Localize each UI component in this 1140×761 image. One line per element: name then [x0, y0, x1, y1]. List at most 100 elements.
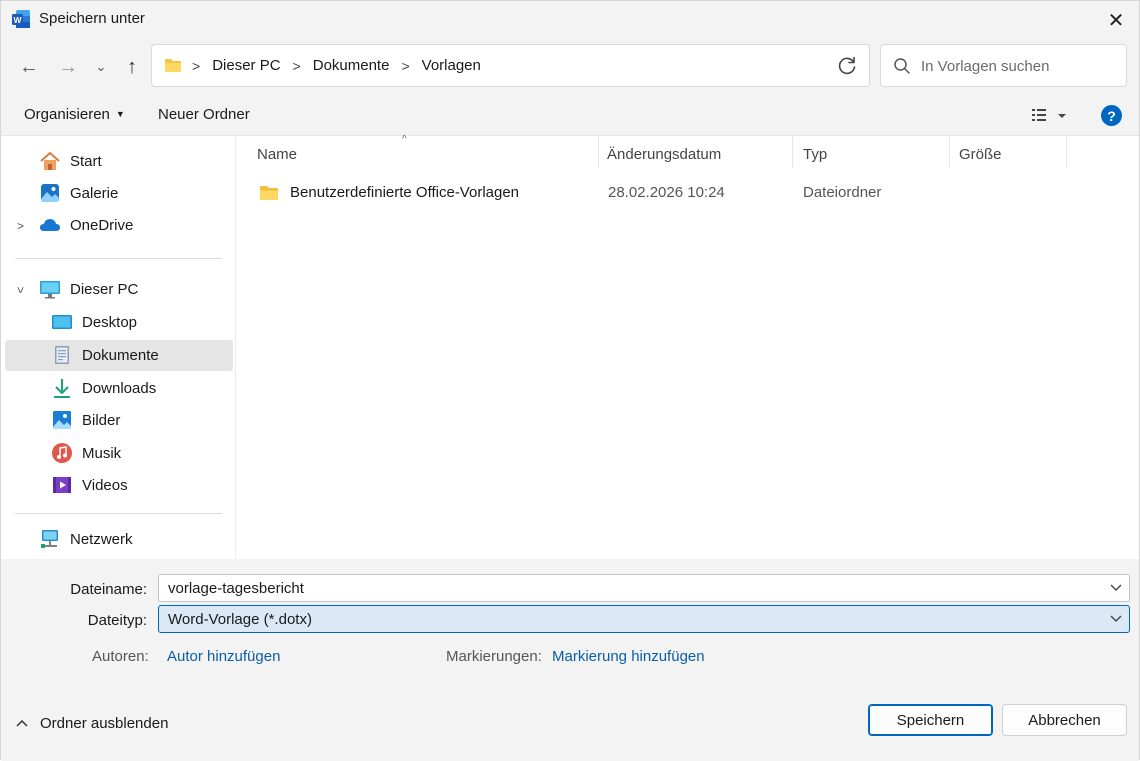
- refresh-icon[interactable]: [835, 54, 859, 78]
- chevron-right-icon: >: [292, 57, 301, 74]
- column-divider[interactable]: [1066, 136, 1067, 168]
- back-arrow-icon: ←: [19, 55, 39, 78]
- hide-folders-toggle[interactable]: Ordner ausblenden: [15, 715, 168, 732]
- column-divider[interactable]: [792, 136, 793, 168]
- title-bar: W Speichern unter ✕: [1, 1, 1139, 39]
- view-options-icon[interactable]: [1031, 106, 1071, 126]
- forward-arrow-icon: →: [58, 55, 78, 78]
- navigation-pane: Start Galerie > OneDrive > Dieser PC Des…: [1, 136, 236, 559]
- add-tag-link[interactable]: Markierung hinzufügen: [552, 648, 705, 665]
- close-button[interactable]: ✕: [1093, 1, 1139, 39]
- filename-field[interactable]: vorlage-tagesbericht: [158, 574, 1130, 602]
- pictures-icon: [53, 411, 71, 429]
- sidebar-item-label: Desktop: [82, 314, 138, 331]
- sidebar-item-label: Musik: [82, 445, 122, 462]
- breadcrumb-documents[interactable]: Dokumente: [313, 57, 390, 74]
- sidebar-item-label: Videos: [82, 477, 128, 494]
- save-options-panel: Dateiname: vorlage-tagesbericht Dateityp…: [1, 559, 1139, 761]
- sidebar-divider: [15, 513, 222, 514]
- tags-label: Markierungen:: [446, 648, 542, 665]
- column-header-size[interactable]: Größe: [959, 146, 1002, 163]
- sidebar-item-desktop[interactable]: Desktop: [5, 307, 233, 338]
- search-input[interactable]: [921, 55, 1121, 77]
- sidebar-item-network[interactable]: Netzwerk: [5, 524, 233, 555]
- sidebar-item-downloads[interactable]: Downloads: [5, 373, 233, 404]
- home-icon: [40, 152, 60, 170]
- sort-ascending-icon: ^: [402, 134, 407, 145]
- sidebar-item-label: Dieser PC: [70, 281, 139, 298]
- file-date: 28.02.2026 10:24: [608, 184, 725, 201]
- sidebar-item-onedrive[interactable]: > OneDrive: [5, 210, 233, 241]
- filetype-label: Dateityp:: [87, 612, 147, 629]
- sidebar-item-music[interactable]: Musik: [5, 438, 233, 469]
- file-name: Benutzerdefinierte Office-Vorlagen: [290, 184, 520, 201]
- back-button[interactable]: ←: [15, 53, 43, 81]
- filename-label: Dateiname:: [70, 581, 147, 598]
- documents-icon: [55, 346, 69, 364]
- up-button[interactable]: ↑: [118, 53, 146, 81]
- desktop-icon: [52, 315, 72, 329]
- search-icon: [894, 58, 910, 74]
- address-row: ← → ⌄ ↑ > Dieser PC > Dokumente > Vorlag…: [1, 39, 1139, 95]
- sidebar-item-this-pc[interactable]: > Dieser PC: [5, 274, 233, 305]
- new-folder-button[interactable]: Neuer Ordner: [158, 106, 250, 123]
- sidebar-divider: [15, 258, 222, 259]
- chevron-down-icon: ⌄: [95, 59, 107, 74]
- sidebar-item-label: Galerie: [70, 185, 119, 202]
- sidebar-item-start[interactable]: Start: [5, 146, 233, 177]
- videos-icon: [53, 477, 71, 493]
- window-title: Speichern unter: [39, 10, 145, 27]
- up-arrow-icon: ↑: [127, 55, 137, 78]
- organize-button[interactable]: Organisieren ▼: [24, 106, 125, 123]
- chevron-down-icon[interactable]: [1109, 580, 1123, 594]
- caret-down-icon: ▼: [115, 109, 125, 119]
- organize-label: Organisieren: [24, 106, 110, 123]
- chevron-down-icon[interactable]: [1109, 611, 1123, 625]
- breadcrumb-templates[interactable]: Vorlagen: [422, 57, 481, 74]
- recent-locations-button[interactable]: ⌄: [87, 53, 115, 81]
- folder-icon: [260, 186, 278, 200]
- sidebar-item-label: Netzwerk: [70, 531, 133, 548]
- chevron-up-icon: [16, 719, 28, 727]
- close-icon: ✕: [1107, 9, 1125, 32]
- cancel-button[interactable]: Abbrechen: [1002, 704, 1127, 736]
- filetype-select[interactable]: Word-Vorlage (*.dotx): [158, 605, 1130, 633]
- sidebar-item-label: OneDrive: [70, 217, 134, 234]
- sidebar-item-gallery[interactable]: Galerie: [5, 178, 233, 209]
- cloud-icon: [40, 219, 60, 231]
- forward-button[interactable]: →: [54, 53, 82, 81]
- column-header-date[interactable]: Änderungsdatum: [607, 146, 721, 163]
- column-divider[interactable]: [949, 136, 950, 168]
- column-header-type[interactable]: Typ: [803, 146, 827, 163]
- save-button[interactable]: Speichern: [868, 704, 993, 736]
- column-header-label: Name: [257, 146, 298, 163]
- help-button[interactable]: ?: [1101, 105, 1122, 126]
- authors-label: Autoren:: [92, 648, 149, 665]
- sidebar-item-pictures[interactable]: Bilder: [5, 405, 233, 436]
- sidebar-item-videos[interactable]: Videos: [5, 470, 233, 501]
- list-item[interactable]: Benutzerdefinierte Office-Vorlagen 28.02…: [237, 177, 1139, 209]
- sidebar-item-label: Dokumente: [82, 347, 159, 364]
- column-divider[interactable]: [598, 136, 599, 168]
- address-bar[interactable]: > Dieser PC > Dokumente > Vorlagen: [151, 44, 870, 87]
- hide-folders-label: Ordner ausblenden: [40, 715, 169, 732]
- file-list: Name ^ Änderungsdatum Typ Größe Benutzer…: [237, 134, 1139, 559]
- network-icon: [41, 530, 58, 548]
- computer-icon: [40, 281, 60, 299]
- save-as-dialog: W Speichern unter ✕ ← → ⌄ ↑ > Dieser PC: [0, 0, 1140, 761]
- download-icon: [54, 379, 70, 398]
- column-header-name[interactable]: Name: [257, 146, 297, 163]
- breadcrumb-this-pc[interactable]: Dieser PC: [212, 57, 280, 74]
- filetype-value: Word-Vorlage (*.dotx): [168, 611, 312, 628]
- folder-icon: [165, 59, 181, 72]
- sidebar-item-label: Start: [70, 153, 102, 170]
- sidebar-item-label: Bilder: [82, 412, 121, 429]
- chevron-down-icon[interactable]: >: [14, 286, 28, 293]
- chevron-right-icon[interactable]: >: [17, 219, 24, 233]
- gallery-icon: [41, 184, 59, 202]
- add-author-link[interactable]: Autor hinzufügen: [167, 648, 280, 665]
- search-box[interactable]: [880, 44, 1127, 87]
- sidebar-item-label: Downloads: [82, 380, 157, 397]
- sidebar-item-documents[interactable]: Dokumente: [5, 340, 233, 371]
- breadcrumb: > Dieser PC > Dokumente > Vorlagen: [192, 57, 481, 74]
